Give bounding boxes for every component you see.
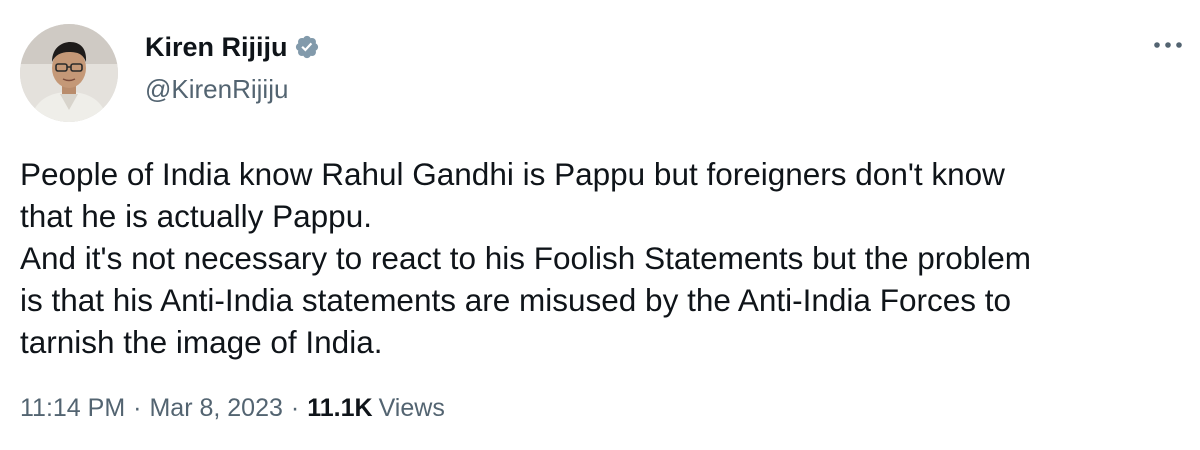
author-avatar[interactable] <box>20 24 118 122</box>
profile-photo-icon <box>20 24 118 122</box>
tweet-metadata: 11:14 PM · Mar 8, 2023 · 11.1K Views <box>20 394 445 423</box>
views-label: Views <box>378 394 445 422</box>
tweet-text-line: that he is actually Pappu. <box>20 198 372 234</box>
tweet-text: People of India know Rahul Gandhi is Pap… <box>20 153 1190 363</box>
tweet-time[interactable]: 11:14 PM <box>20 394 125 423</box>
author-handle[interactable]: @KirenRijiju <box>145 74 288 105</box>
verified-badge-icon[interactable] <box>294 34 320 60</box>
more-options-icon[interactable] <box>1150 30 1186 60</box>
meta-separator: · <box>133 394 142 422</box>
tweet-card: Kiren Rijiju @KirenRijiju People of Indi… <box>0 0 1200 450</box>
views-count[interactable]: 11.1K <box>307 394 372 423</box>
tweet-text-line: People of India know Rahul Gandhi is Pap… <box>20 156 1005 192</box>
meta-separator: · <box>290 394 300 422</box>
author-display-name[interactable]: Kiren Rijiju <box>145 32 288 63</box>
author-name-row: Kiren Rijiju <box>145 30 320 64</box>
tweet-date[interactable]: Mar 8, 2023 <box>149 394 282 423</box>
tweet-text-line: And it's not necessary to react to his F… <box>20 240 1032 276</box>
tweet-text-line: tarnish the image of India. <box>20 324 383 360</box>
tweet-text-line: is that his Anti-India statements are mi… <box>20 282 1011 318</box>
